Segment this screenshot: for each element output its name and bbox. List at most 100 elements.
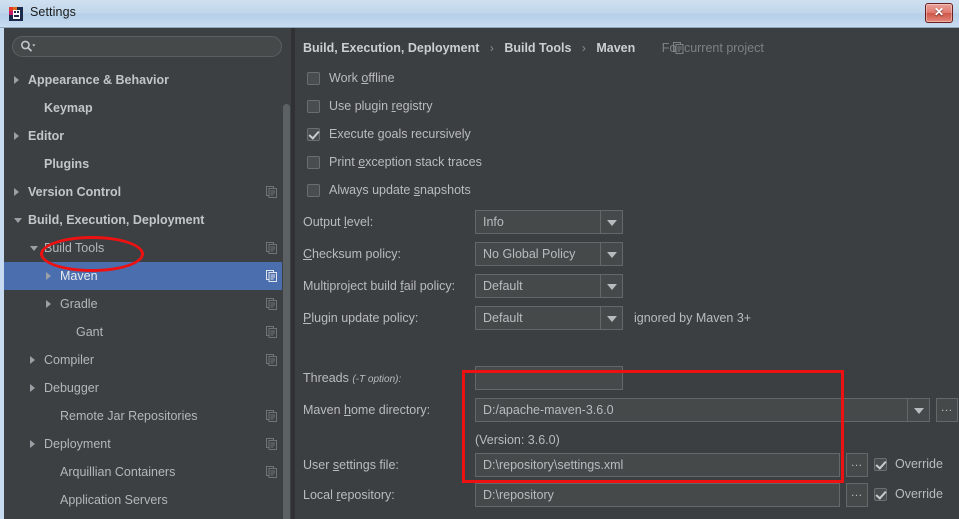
copy-settings-icon[interactable] bbox=[266, 186, 277, 198]
combo-plugin-update-policy[interactable]: Default bbox=[475, 306, 623, 330]
copy-settings-icon[interactable] bbox=[266, 354, 277, 366]
maven-home-label: Maven home directory: bbox=[303, 403, 431, 417]
chevron-down-icon[interactable] bbox=[14, 218, 22, 223]
sidebar-item-label: Appearance & Behavior bbox=[28, 73, 170, 87]
chevron-right-icon[interactable] bbox=[46, 300, 51, 308]
copy-settings-icon[interactable] bbox=[266, 438, 277, 450]
checkbox-always-update-snapshots[interactable] bbox=[307, 184, 320, 197]
sidebar-item-clouds[interactable]: Clouds bbox=[4, 514, 291, 519]
combo-label: Output level: bbox=[303, 215, 374, 229]
chevron-right-icon[interactable] bbox=[30, 384, 35, 392]
sidebar-item-keymap[interactable]: Keymap bbox=[4, 94, 291, 122]
chevron-down-icon[interactable] bbox=[30, 246, 38, 251]
search-box[interactable] bbox=[12, 36, 282, 57]
combo-checksum-policy[interactable]: No Global Policy bbox=[475, 242, 623, 266]
local-repository-label: Local repository: bbox=[303, 488, 395, 502]
sidebar-item-label: Compiler bbox=[44, 353, 95, 367]
chevron-right-icon[interactable] bbox=[14, 188, 19, 196]
title-bar: Settings ✕ bbox=[0, 0, 959, 28]
chevron-down-icon[interactable] bbox=[907, 399, 929, 421]
sidebar-item-label: Build Tools bbox=[44, 241, 105, 255]
sidebar-item-label: Plugins bbox=[44, 157, 90, 171]
checkbox-print-exception-stack-traces[interactable] bbox=[307, 156, 320, 169]
breadcrumb-separator: › bbox=[581, 41, 586, 55]
window-title: Settings bbox=[30, 5, 76, 19]
sidebar-item-plugins[interactable]: Plugins bbox=[4, 150, 291, 178]
sidebar-item-appearance-behavior[interactable]: Appearance & Behavior bbox=[4, 66, 291, 94]
sidebar-item-label: Deployment bbox=[44, 437, 111, 451]
copy-settings-icon[interactable] bbox=[266, 466, 277, 478]
combo-value: Default bbox=[483, 311, 523, 325]
sidebar-item-label: Arquillian Containers bbox=[60, 465, 176, 479]
sidebar-item-gant[interactable]: Gant bbox=[4, 318, 291, 346]
maven-home-value: D:/apache-maven-3.6.0 bbox=[483, 403, 614, 417]
chevron-down-icon[interactable] bbox=[600, 211, 622, 233]
close-icon: ✕ bbox=[933, 5, 945, 19]
settings-tree[interactable]: Appearance & Behavior Keymap Editor Plugins… bbox=[4, 66, 291, 519]
local-repository-input[interactable]: D:\repository bbox=[475, 483, 840, 507]
chevron-down-icon[interactable] bbox=[600, 307, 622, 329]
maven-home-browse-button[interactable]: … bbox=[936, 398, 958, 422]
copy-settings-icon[interactable] bbox=[266, 270, 277, 282]
sidebar-scrollbar-track[interactable] bbox=[282, 66, 291, 519]
close-button[interactable]: ✕ bbox=[925, 3, 953, 23]
intellij-idea-icon bbox=[9, 7, 23, 21]
breadcrumb-item-2[interactable]: Maven bbox=[596, 41, 635, 55]
sidebar-item-gradle[interactable]: Gradle bbox=[4, 290, 291, 318]
maven-home-combo[interactable]: D:/apache-maven-3.6.0 bbox=[475, 398, 930, 422]
checkbox-label: Print exception stack traces bbox=[329, 155, 482, 169]
chevron-right-icon[interactable] bbox=[14, 132, 19, 140]
search-input[interactable] bbox=[12, 36, 282, 57]
sidebar-item-build-execution-deployment[interactable]: Build, Execution, Deployment bbox=[4, 206, 291, 234]
sidebar-item-debugger[interactable]: Debugger bbox=[4, 374, 291, 402]
sidebar-scrollbar-thumb[interactable] bbox=[283, 104, 290, 519]
sidebar-item-editor[interactable]: Editor bbox=[4, 122, 291, 150]
local-repository-override-checkbox[interactable] bbox=[874, 488, 887, 501]
threads-input[interactable] bbox=[475, 366, 623, 390]
sidebar-item-application-servers[interactable]: Application Servers bbox=[4, 486, 291, 514]
copy-settings-icon[interactable] bbox=[266, 298, 277, 310]
chevron-right-icon[interactable] bbox=[46, 272, 51, 280]
user-settings-value: D:\repository\settings.xml bbox=[483, 458, 624, 472]
combo-multiproject-build-fail-policy[interactable]: Default bbox=[475, 274, 623, 298]
breadcrumb-separator: › bbox=[489, 41, 494, 55]
chevron-right-icon[interactable] bbox=[14, 76, 19, 84]
sidebar-item-deployment[interactable]: Deployment bbox=[4, 430, 291, 458]
user-settings-browse-button[interactable]: … bbox=[846, 453, 868, 477]
breadcrumb-item-1[interactable]: Build Tools bbox=[504, 41, 571, 55]
user-settings-label: User settings file: bbox=[303, 458, 399, 472]
sidebar-item-maven[interactable]: Maven bbox=[4, 262, 291, 290]
combo-note: ignored by Maven 3+ bbox=[634, 311, 752, 325]
maven-version-note: (Version: 3.6.0) bbox=[475, 433, 560, 447]
chevron-right-icon[interactable] bbox=[30, 356, 35, 364]
project-scope-icon bbox=[673, 42, 684, 54]
checkbox-work-offline[interactable] bbox=[307, 72, 320, 85]
sidebar-item-label: Editor bbox=[28, 129, 65, 143]
combo-value: No Global Policy bbox=[483, 247, 576, 261]
combo-output-level[interactable]: Info bbox=[475, 210, 623, 234]
maven-settings-panel: Build, Execution, Deployment › Build Too… bbox=[295, 28, 959, 519]
sidebar-item-label: Application Servers bbox=[60, 493, 168, 507]
sidebar-item-label: Build, Execution, Deployment bbox=[28, 213, 205, 227]
copy-settings-icon[interactable] bbox=[266, 410, 277, 422]
checkbox-execute-goals-recursively[interactable] bbox=[307, 128, 320, 141]
sidebar-item-version-control[interactable]: Version Control bbox=[4, 178, 291, 206]
local-repository-browse-button[interactable]: … bbox=[846, 483, 868, 507]
sidebar-item-compiler[interactable]: Compiler bbox=[4, 346, 291, 374]
sidebar-item-arquillian-containers[interactable]: Arquillian Containers bbox=[4, 458, 291, 486]
breadcrumb-item-0[interactable]: Build, Execution, Deployment bbox=[303, 41, 479, 55]
user-settings-override-checkbox[interactable] bbox=[874, 458, 887, 471]
chevron-down-icon[interactable] bbox=[600, 275, 622, 297]
copy-settings-icon[interactable] bbox=[266, 326, 277, 338]
sidebar-item-remote-jar-repositories[interactable]: Remote Jar Repositories bbox=[4, 402, 291, 430]
sidebar-item-build-tools[interactable]: Build Tools bbox=[4, 234, 291, 262]
settings-sidebar: Appearance & Behavior Keymap Editor Plugins… bbox=[4, 28, 291, 519]
checkbox-label: Work offline bbox=[329, 71, 395, 85]
user-settings-override-label: Override bbox=[895, 457, 943, 471]
chevron-right-icon[interactable] bbox=[30, 440, 35, 448]
checkbox-label: Always update snapshots bbox=[329, 183, 471, 197]
copy-settings-icon[interactable] bbox=[266, 242, 277, 254]
chevron-down-icon[interactable] bbox=[600, 243, 622, 265]
user-settings-input[interactable]: D:\repository\settings.xml bbox=[475, 453, 840, 477]
checkbox-use-plugin-registry[interactable] bbox=[307, 100, 320, 113]
